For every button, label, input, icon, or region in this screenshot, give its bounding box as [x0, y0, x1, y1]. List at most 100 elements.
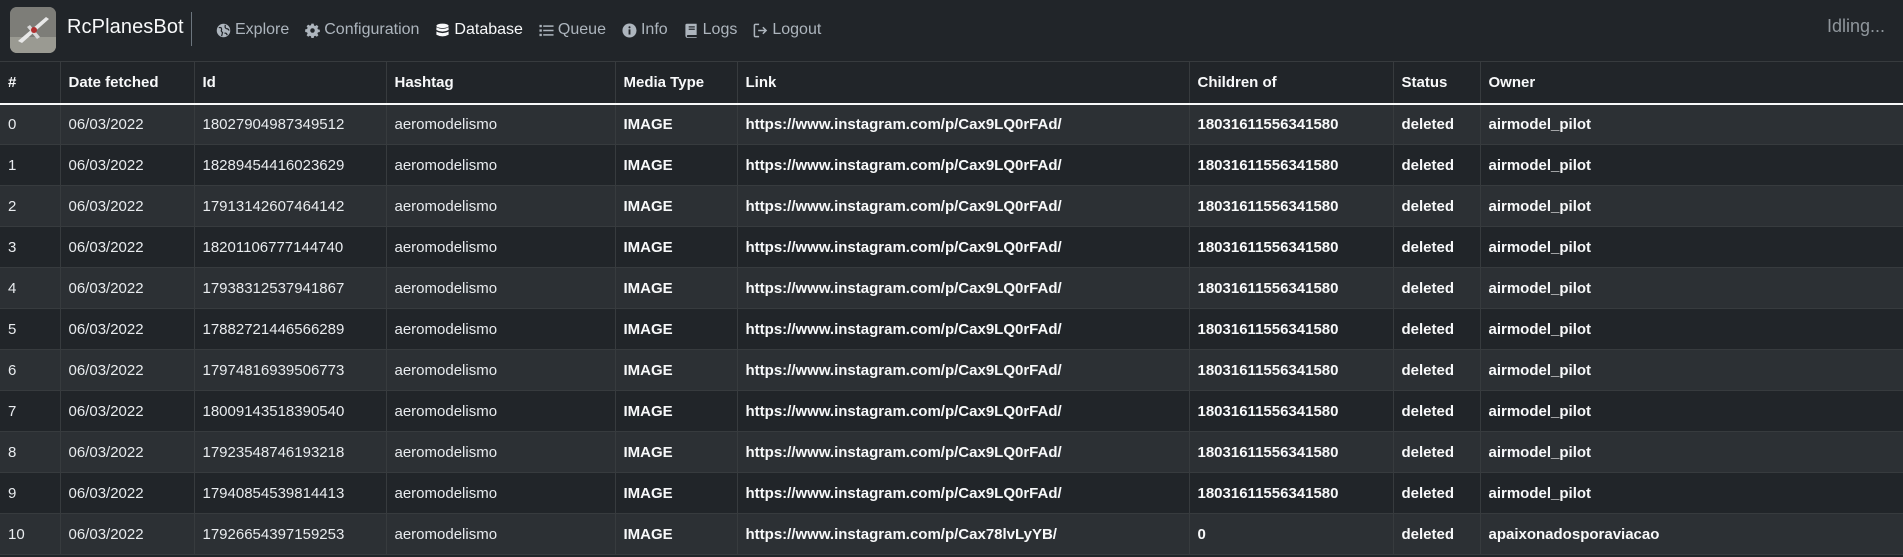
- owner-cell: airmodel_pilot: [1480, 431, 1903, 473]
- owner-cell: airmodel_pilot: [1480, 472, 1903, 514]
- link-cell[interactable]: https://www.instagram.com/p/Cax9LQ0rFAd/: [737, 185, 1190, 227]
- navbar: RcPlanesBot Explore Configuration Databa…: [0, 0, 1903, 60]
- column-header[interactable]: Status: [1393, 61, 1481, 105]
- link-cell[interactable]: https://www.instagram.com/p/Cax9LQ0rFAd/: [737, 390, 1190, 432]
- main-nav: Explore Configuration Database Queue Inf…: [216, 0, 837, 60]
- status-cell: deleted: [1393, 513, 1481, 555]
- status-cell: deleted: [1393, 349, 1481, 391]
- link-cell[interactable]: https://www.instagram.com/p/Cax9LQ0rFAd/: [737, 472, 1190, 514]
- nav-queue[interactable]: Queue: [539, 21, 606, 39]
- hashtag-cell: aeromodelismo: [386, 308, 616, 350]
- date-fetched-cell: 06/03/2022: [60, 226, 195, 268]
- children-of-cell: 18031611556341580: [1189, 103, 1394, 145]
- children-of-cell: 18031611556341580: [1189, 185, 1394, 227]
- link-cell[interactable]: https://www.instagram.com/p/Cax9LQ0rFAd/: [737, 103, 1190, 145]
- link-cell[interactable]: https://www.instagram.com/p/Cax9LQ0rFAd/: [737, 226, 1190, 268]
- hashtag-cell: aeromodelismo: [386, 431, 616, 473]
- media-type-cell: IMAGE: [615, 431, 738, 473]
- table-row[interactable]: 3 06/03/2022 18201106777144740 aeromodelism…: [0, 226, 1903, 268]
- media-type-cell: IMAGE: [615, 185, 738, 227]
- link-cell[interactable]: https://www.instagram.com/p/Cax9LQ0rFAd/: [737, 349, 1190, 391]
- row-index: 3: [0, 226, 61, 268]
- list-icon: [539, 24, 554, 36]
- row-index: 5: [0, 308, 61, 350]
- date-fetched-cell: 06/03/2022: [60, 349, 195, 391]
- table-header-row: # Date fetched Id Hashtag Media Type Lin…: [0, 61, 1903, 105]
- nav-info-label: Info: [640, 21, 668, 38]
- column-header[interactable]: Date fetched: [60, 61, 195, 105]
- nav-configuration[interactable]: Configuration: [305, 21, 419, 39]
- status-cell: deleted: [1393, 103, 1481, 145]
- media-type-cell: IMAGE: [615, 308, 738, 350]
- column-header[interactable]: #: [0, 61, 61, 105]
- id-cell: 17974816939506773: [194, 349, 387, 391]
- hashtag-cell: aeromodelismo: [386, 144, 616, 186]
- link-cell[interactable]: https://www.instagram.com/p/Cax9LQ0rFAd/: [737, 431, 1190, 473]
- row-index: 1: [0, 144, 61, 186]
- column-header[interactable]: Children of: [1189, 61, 1394, 105]
- hashtag-cell: aeromodelismo: [386, 390, 616, 432]
- row-index: 4: [0, 267, 61, 309]
- id-cell: 18027904987349512: [194, 103, 387, 145]
- row-index: 0: [0, 103, 61, 145]
- date-fetched-cell: 06/03/2022: [60, 103, 195, 145]
- id-cell: 17938312537941867: [194, 267, 387, 309]
- id-cell: 17926654397159253: [194, 513, 387, 555]
- hashtag-cell: aeromodelismo: [386, 267, 616, 309]
- column-header[interactable]: Link: [737, 61, 1190, 105]
- date-fetched-cell: 06/03/2022: [60, 472, 195, 514]
- id-cell: 17913142607464142: [194, 185, 387, 227]
- children-of-cell: 18031611556341580: [1189, 349, 1394, 391]
- id-cell: 17923548746193218: [194, 431, 387, 473]
- row-index: 6: [0, 349, 61, 391]
- date-fetched-cell: 06/03/2022: [60, 513, 195, 555]
- owner-cell: airmodel_pilot: [1480, 267, 1903, 309]
- info-icon: [622, 22, 637, 38]
- nav-logs[interactable]: Logs: [684, 21, 737, 39]
- table-row[interactable]: 4 06/03/2022 17938312537941867 aeromodelism…: [0, 267, 1903, 309]
- status-cell: deleted: [1393, 390, 1481, 432]
- table-row[interactable]: 10 06/03/2022 17926654397159253 aeromodelis…: [0, 513, 1903, 555]
- column-header[interactable]: Id: [194, 61, 387, 105]
- owner-cell: airmodel_pilot: [1480, 390, 1903, 432]
- owner-cell: airmodel_pilot: [1480, 185, 1903, 227]
- hashtag-cell: aeromodelismo: [386, 472, 616, 514]
- brand-name[interactable]: RcPlanesBot: [67, 16, 184, 39]
- table-row[interactable]: 6 06/03/2022 17974816939506773 aeromodelism…: [0, 349, 1903, 391]
- status-cell: deleted: [1393, 226, 1481, 268]
- link-cell[interactable]: https://www.instagram.com/p/Cax9LQ0rFAd/: [737, 144, 1190, 186]
- table-row[interactable]: 0 06/03/2022 18027904987349512 aeromodelism…: [0, 103, 1903, 145]
- children-of-cell: 18031611556341580: [1189, 267, 1394, 309]
- table-row[interactable]: 9 06/03/2022 17940854539814413 aeromodelism…: [0, 472, 1903, 514]
- status-cell: deleted: [1393, 308, 1481, 350]
- table-row[interactable]: 2 06/03/2022 17913142607464142 aeromodelism…: [0, 185, 1903, 227]
- nav-explore[interactable]: Explore: [216, 21, 289, 39]
- table-row[interactable]: 1 06/03/2022 18289454416023629 aeromodelism…: [0, 144, 1903, 186]
- app-logo[interactable]: [10, 7, 56, 53]
- owner-cell: airmodel_pilot: [1480, 308, 1903, 350]
- column-header[interactable]: Hashtag: [386, 61, 616, 105]
- id-cell: 17882721446566289: [194, 308, 387, 350]
- nav-info[interactable]: Info: [622, 21, 668, 39]
- book-icon: [685, 23, 697, 38]
- id-cell: 18201106777144740: [194, 226, 387, 268]
- nav-database[interactable]: Database: [435, 21, 523, 39]
- table-row[interactable]: 5 06/03/2022 17882721446566289 aeromodelism…: [0, 308, 1903, 350]
- link-cell[interactable]: https://www.instagram.com/p/Cax9LQ0rFAd/: [737, 308, 1190, 350]
- media-type-cell: IMAGE: [615, 267, 738, 309]
- hashtag-cell: aeromodelismo: [386, 226, 616, 268]
- media-type-cell: IMAGE: [615, 103, 738, 145]
- id-cell: 17940854539814413: [194, 472, 387, 514]
- table-row[interactable]: 7 06/03/2022 18009143518390540 aeromodelism…: [0, 390, 1903, 432]
- owner-cell: airmodel_pilot: [1480, 226, 1903, 268]
- status-cell: deleted: [1393, 472, 1481, 514]
- column-header[interactable]: Owner: [1480, 61, 1903, 105]
- nav-logout[interactable]: Logout: [753, 21, 821, 39]
- link-cell[interactable]: https://www.instagram.com/p/Cax9LQ0rFAd/: [737, 267, 1190, 309]
- nav-logout-label: Logout: [772, 21, 822, 38]
- column-header[interactable]: Media Type: [615, 61, 738, 105]
- link-cell[interactable]: https://www.instagram.com/p/Cax78lvLyYB/: [737, 513, 1190, 555]
- table-row[interactable]: 8 06/03/2022 17923548746193218 aeromodelism…: [0, 431, 1903, 473]
- media-type-cell: IMAGE: [615, 390, 738, 432]
- status-cell: deleted: [1393, 185, 1481, 227]
